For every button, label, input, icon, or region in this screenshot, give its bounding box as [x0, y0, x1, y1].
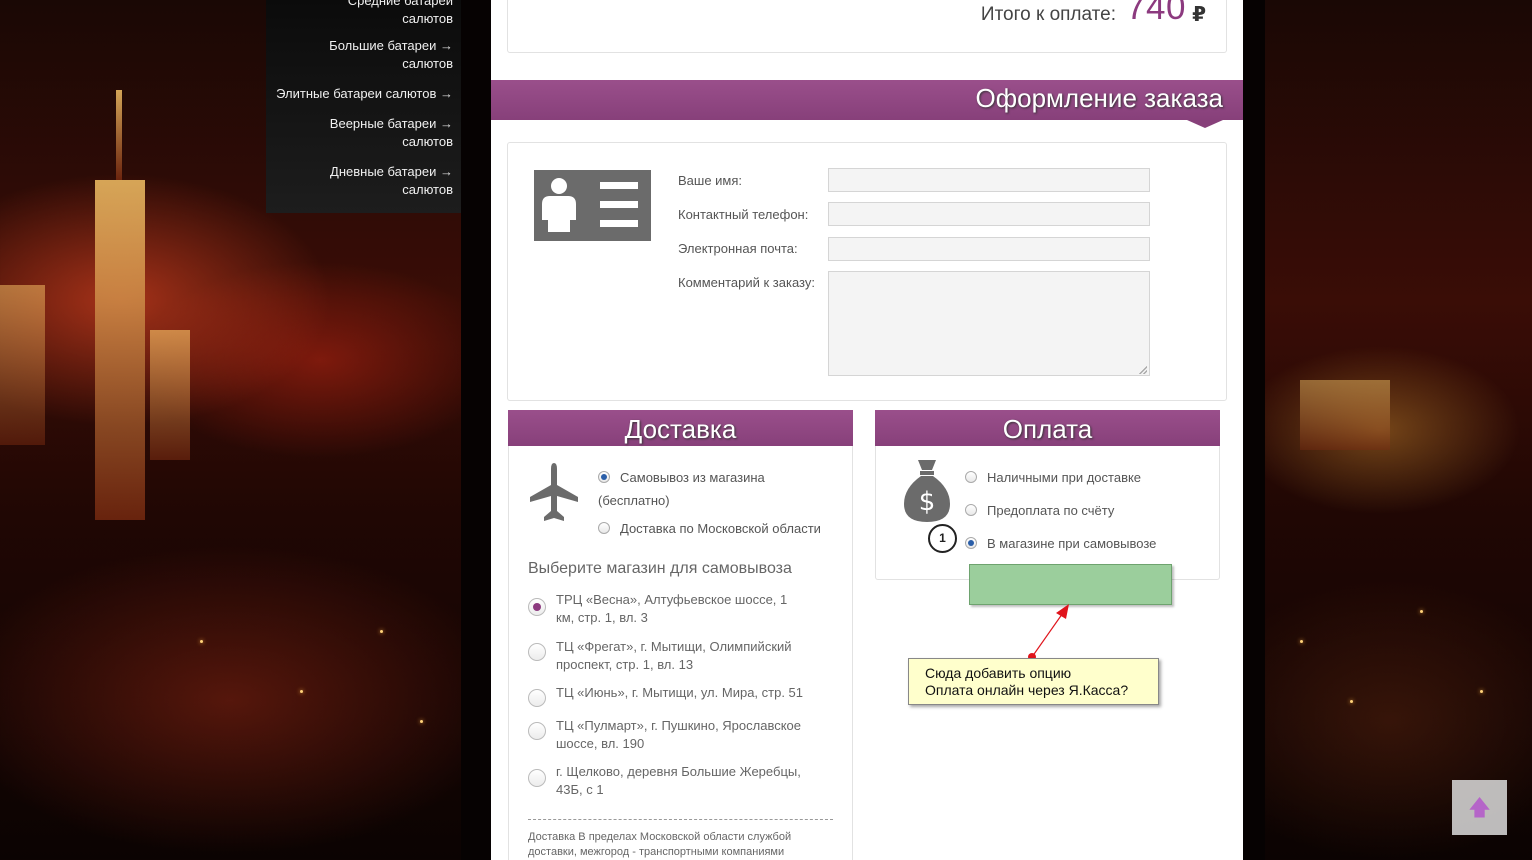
store-label[interactable]: ТРЦ «Весна», Алтуфьевское шоссе, 1 км, ст…: [556, 591, 816, 627]
delivery-pickup-label-sub[interactable]: (бесплатно): [598, 492, 670, 510]
sidebar-item-label: салютов: [402, 11, 453, 26]
sidebar-item-large-batteries[interactable]: Большие батареи → салютов: [268, 37, 453, 73]
delivery-moscow-label[interactable]: Доставка по Московской области: [620, 520, 821, 538]
svg-text:$: $: [919, 487, 936, 517]
payment-panel-header: Оплата: [875, 410, 1220, 446]
email-input[interactable]: [828, 237, 1150, 261]
cart-total-box: Итого к оплате: 740 ₽: [507, 0, 1227, 53]
background-building: [1300, 380, 1390, 450]
sidebar-item-label: салютов: [402, 134, 453, 149]
currency-symbol: ₽: [1192, 4, 1206, 26]
background-dark-strip: [1243, 0, 1265, 860]
background-dark-strip: [461, 0, 491, 860]
store-section-title: Выберите магазин для самовывоза: [528, 560, 792, 577]
sidebar-item-medium-batteries[interactable]: Средние батареи салютов: [268, 0, 453, 28]
category-sidebar: Средние батареи салютов Большие батареи …: [266, 0, 461, 213]
store-label[interactable]: ТЦ «Пулмарт», г. Пушкино, Ярославское шос…: [556, 717, 816, 753]
background-spire: [116, 90, 122, 180]
sidebar-item-label: Элитные батареи салютов: [276, 86, 437, 101]
delivery-panel-header: Доставка: [508, 410, 853, 446]
sidebar-item-elite-batteries[interactable]: Элитные батареи салютов →: [268, 85, 453, 103]
name-label: Ваше имя:: [678, 173, 743, 188]
sidebar-item-day-batteries[interactable]: Дневные батареи → салютов: [268, 163, 453, 199]
payment-cash-radio[interactable]: [965, 471, 977, 483]
resize-grip-icon[interactable]: [1139, 366, 1147, 374]
store-radio[interactable]: [528, 769, 546, 787]
arrow-up-icon: 🡅: [1468, 795, 1491, 820]
annotation-highlight-box: [969, 564, 1172, 605]
phone-input[interactable]: [828, 202, 1150, 226]
arrow-right-icon: →: [440, 116, 453, 131]
store-label[interactable]: г. Щелково, деревня Большие Жеребцы, 43Б,…: [556, 763, 816, 799]
arrow-right-icon: →: [440, 164, 453, 179]
delivery-pickup-label[interactable]: Самовывоз из магазина: [620, 469, 765, 487]
phone-label: Контактный телефон:: [678, 207, 809, 222]
order-section-header: Оформление заказа: [491, 80, 1243, 128]
delivery-pickup-radio[interactable]: [598, 471, 610, 483]
sidebar-item-label: Большие батареи: [329, 38, 437, 53]
store-radio[interactable]: [528, 722, 546, 740]
background-tower: [95, 180, 145, 520]
store-radio[interactable]: [528, 689, 546, 707]
sidebar-item-label: салютов: [402, 56, 453, 71]
callout-text: Сюда добавить опцию: [925, 665, 1072, 681]
payment-cash-label[interactable]: Наличными при доставке: [987, 469, 1141, 487]
sidebar-item-label: Средние батареи: [347, 0, 453, 8]
arrow-right-icon: →: [440, 86, 453, 101]
store-label[interactable]: ТЦ «Фрегат», г. Мытищи, Олимпийский просп…: [556, 638, 816, 674]
contact-card-icon: [534, 170, 651, 241]
name-input[interactable]: [828, 168, 1150, 192]
comment-label: Комментарий к заказу:: [678, 275, 815, 290]
header-notch: [1187, 120, 1223, 128]
sidebar-item-label: Веерные батареи: [329, 116, 437, 131]
annotation-arrow-icon: [1028, 604, 1069, 661]
sidebar-item-label: Дневные батареи: [330, 164, 437, 179]
payment-store-radio[interactable]: [965, 537, 977, 549]
divider: [528, 819, 833, 820]
money-bag-icon: $: [902, 458, 952, 524]
comment-textarea[interactable]: [828, 271, 1150, 376]
arrow-right-icon: →: [440, 38, 453, 53]
background-building: [0, 285, 45, 445]
store-radio[interactable]: [528, 598, 546, 616]
store-label[interactable]: ТЦ «Июнь», г. Мытищи, ул. Мира, стр. 51: [556, 684, 816, 702]
total-value: 740: [1126, 0, 1186, 27]
payment-store-label[interactable]: В магазине при самовывозе: [987, 535, 1156, 553]
sidebar-item-label: салютов: [402, 182, 453, 197]
payment-prepay-label[interactable]: Предоплата по счёту: [987, 502, 1114, 520]
order-section-title: Оформление заказа: [975, 83, 1223, 113]
scroll-to-top-button[interactable]: 🡅: [1452, 780, 1507, 835]
delivery-moscow-radio[interactable]: [598, 522, 610, 534]
annotation-callout: Сюда добавить опцию Оплата онлайн через …: [908, 658, 1159, 705]
sidebar-item-fan-batteries[interactable]: Веерные батареи → салютов: [268, 115, 453, 151]
annotation-marker: 1: [928, 524, 957, 553]
main-content: Итого к оплате: 740 ₽ Оформление заказа …: [491, 0, 1243, 860]
contact-form: Ваше имя: Контактный телефон: Электронна…: [507, 142, 1227, 401]
total-label: Итого к оплате:: [980, 4, 1116, 25]
payment-prepay-radio[interactable]: [965, 504, 977, 516]
store-radio[interactable]: [528, 643, 546, 661]
email-label: Электронная почта:: [678, 241, 798, 256]
background-building: [150, 330, 190, 460]
callout-text: Оплата онлайн через Я.Касса?: [925, 682, 1129, 698]
airplane-icon: [528, 461, 580, 523]
delivery-note: Доставка В пределах Московской области с…: [528, 831, 792, 858]
